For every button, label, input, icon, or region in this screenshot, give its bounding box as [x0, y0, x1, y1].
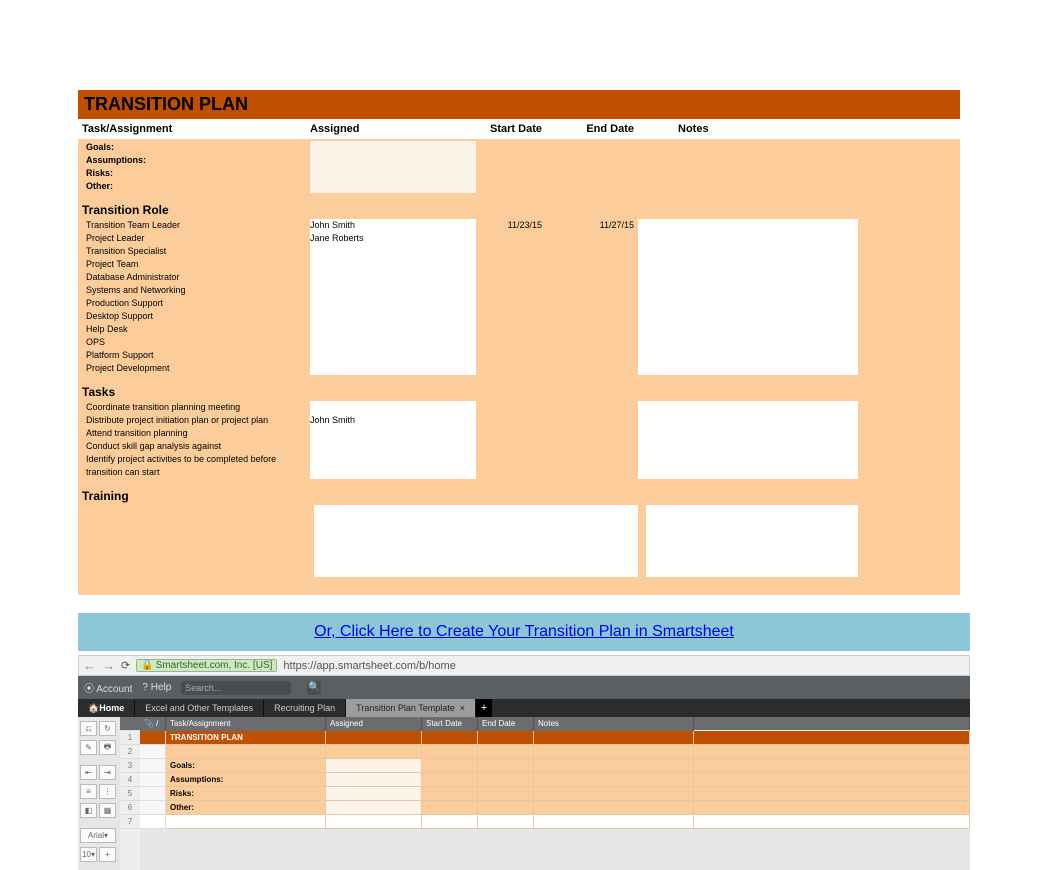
toolbar-button[interactable]: ≡ [80, 784, 97, 799]
role-name: Transition Specialist [82, 245, 310, 258]
col-end: End Date [546, 123, 638, 135]
toolbar-button[interactable]: + [99, 847, 116, 862]
lock-icon: 🔒 [141, 660, 153, 671]
label-risks: Risks: [82, 167, 310, 180]
font-select[interactable]: Arial ▾ [80, 828, 116, 843]
col-notes: Notes [638, 123, 960, 135]
gridcol-attach[interactable]: 📎 / ⚑ [140, 717, 166, 731]
grid-risks[interactable]: Risks: [166, 787, 326, 801]
role-name: Project Leader [82, 232, 310, 245]
document-title: TRANSITION PLAN [78, 90, 960, 119]
training-notes-box [646, 505, 858, 577]
task-assigned [310, 401, 476, 414]
role-name: Project Development [82, 362, 310, 375]
task-name: Coordinate transition planning meeting [82, 401, 310, 414]
tab-recruiting[interactable]: Recruiting Plan [264, 699, 346, 717]
add-tab-button[interactable]: + [476, 699, 492, 717]
toolbar-sidebar: ⎌↻ ✎🖶 ⇤⇥ ≡⋮ ◧▦ Arial ▾ 10 ▾+ [78, 717, 120, 870]
task-name: Conduct skill gap analysis against [82, 440, 310, 453]
role-name: Help Desk [82, 323, 310, 336]
browser-address-bar: ← → ⟳ 🔒Smartsheet.com, Inc. [US] https:/… [78, 655, 970, 676]
role-name: Desktop Support [82, 310, 310, 323]
gridcol-task[interactable]: Task/Assignment [166, 717, 326, 731]
gridcol-notes[interactable]: Notes [534, 717, 694, 731]
grid-goals[interactable]: Goals: [166, 759, 326, 773]
cta-banner: Or, Click Here to Create Your Transition… [78, 613, 970, 651]
section-transition-role: Transition Role [82, 193, 956, 219]
gridcol-assigned[interactable]: Assigned [326, 717, 422, 731]
grid-other[interactable]: Other: [166, 801, 326, 815]
role-assigned: John Smith [310, 219, 476, 232]
cell [310, 154, 476, 167]
search-input[interactable]: Search... [181, 681, 291, 695]
training-assigned-box [314, 505, 638, 577]
grid-title[interactable]: TRANSITION PLAN [166, 731, 326, 745]
row-num[interactable]: 3 [120, 759, 140, 773]
spreadsheet-grid[interactable]: 📎 / ⚑ Task/Assignment Assigned Start Dat… [140, 717, 970, 870]
toolbar-button[interactable]: ↻ [99, 721, 116, 736]
forward-icon[interactable]: → [102, 658, 115, 673]
role-name: Production Support [82, 297, 310, 310]
help-menu[interactable]: ? Help [142, 682, 171, 693]
task-name: Attend transition planning [82, 427, 310, 440]
tab-transition-plan[interactable]: Transition Plan Template × [346, 699, 476, 717]
col-task: Task/Assignment [78, 123, 310, 135]
grid-assumptions[interactable]: Assumptions: [166, 773, 326, 787]
gridcol-end[interactable]: End Date [478, 717, 534, 731]
role-end: 11/27/15 [546, 219, 638, 232]
toolbar-button[interactable]: ✎ [80, 740, 97, 755]
gridcol-start[interactable]: Start Date [422, 717, 478, 731]
cell [310, 141, 476, 154]
cta-link[interactable]: Or, Click Here to Create Your Transition… [314, 623, 734, 640]
account-menu[interactable]: ⦿ Account [84, 680, 132, 695]
reload-icon[interactable]: ⟳ [121, 659, 130, 672]
column-headers: Task/Assignment Assigned Start Date End … [78, 119, 960, 139]
toolbar-button[interactable]: 🖶 [99, 740, 116, 755]
row-num[interactable]: 1 [120, 731, 140, 745]
row-num[interactable]: 6 [120, 801, 140, 815]
task-name: Identify project activities to be comple… [82, 453, 310, 479]
role-name: Database Administrator [82, 271, 310, 284]
toolbar-button[interactable]: ⋮ [99, 784, 116, 799]
label-other: Other: [82, 180, 310, 193]
row-num[interactable]: 5 [120, 787, 140, 801]
role-name: Platform Support [82, 349, 310, 362]
ssl-badge: 🔒Smartsheet.com, Inc. [US] [136, 659, 277, 672]
toolbar-button[interactable]: ⎌ [80, 721, 97, 736]
toolbar-button[interactable]: ⇥ [99, 765, 116, 780]
label-goals: Goals: [82, 141, 310, 154]
role-notes [638, 219, 858, 232]
row-numbers: 1 2 3 4 5 6 7 [120, 717, 140, 870]
role-start: 11/23/15 [476, 219, 546, 232]
row-num[interactable]: 4 [120, 773, 140, 787]
role-name: Project Team [82, 258, 310, 271]
url-text[interactable]: https://app.smartsheet.com/b/home [283, 660, 455, 672]
toolbar-button[interactable]: ⇤ [80, 765, 97, 780]
role-name: OPS [82, 336, 310, 349]
tab-excel-templates[interactable]: Excel and Other Templates [135, 699, 264, 717]
row-num[interactable]: 2 [120, 745, 140, 759]
role-name: Transition Team Leader [82, 219, 310, 232]
size-select[interactable]: 10 ▾ [80, 847, 97, 862]
col-assigned: Assigned [310, 123, 476, 135]
search-icon[interactable]: 🔍 [307, 681, 321, 695]
cell [310, 180, 476, 193]
col-start: Start Date [476, 123, 546, 135]
role-assigned: Jane Roberts [310, 232, 476, 245]
toolbar-button[interactable]: ▦ [99, 803, 116, 818]
tab-home[interactable]: 🏠 Home [78, 699, 135, 717]
section-training: Training [82, 479, 956, 505]
row-num[interactable]: 7 [120, 815, 140, 829]
role-name: Systems and Networking [82, 284, 310, 297]
toolbar-button[interactable]: ◧ [80, 803, 97, 818]
task-assigned: John Smith [310, 414, 476, 427]
smartsheet-app: ⦿ Account ? Help Search... 🔍 🏠 Home Exce… [78, 676, 970, 870]
label-assumptions: Assumptions: [82, 154, 310, 167]
back-icon[interactable]: ← [83, 658, 96, 673]
cell [310, 167, 476, 180]
task-name: Distribute project initiation plan or pr… [82, 414, 310, 427]
section-tasks: Tasks [82, 375, 956, 401]
